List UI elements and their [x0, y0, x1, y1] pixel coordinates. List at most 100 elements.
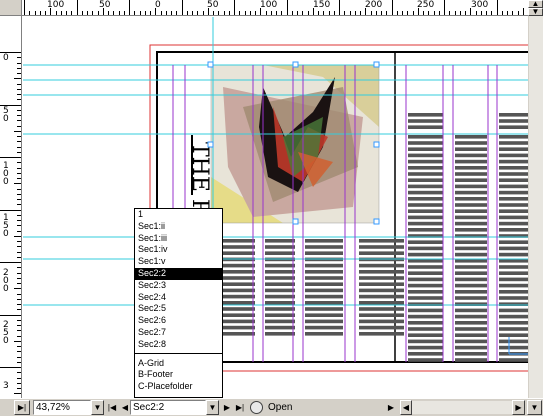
- page-list-item[interactable]: Sec2:7: [135, 327, 222, 339]
- page-list-item[interactable]: Sec2:8: [135, 339, 222, 351]
- text-line: [265, 263, 295, 268]
- vertical-ruler[interactable]: 0 5 0 1 0 0 1 5 0 2 0 0 2 5 0 3: [0, 16, 22, 398]
- vertical-scrollbar[interactable]: [528, 16, 543, 398]
- scroll-down-button[interactable]: ▼: [528, 8, 543, 16]
- text-line: [408, 345, 443, 350]
- ruler-tick: [87, 11, 88, 15]
- ruler-origin[interactable]: [0, 0, 22, 16]
- text-line: [455, 358, 487, 362]
- zoom-field[interactable]: 43,72%: [33, 400, 91, 415]
- page-list-item[interactable]: Sec2:6: [135, 315, 222, 327]
- master-page-item[interactable]: C-Placefolder: [135, 381, 222, 393]
- text-line: [499, 283, 528, 288]
- ruler-tick: [34, 11, 36, 15]
- page-list-item[interactable]: Sec1:iii: [135, 233, 222, 245]
- text-line: [499, 172, 528, 176]
- next-page-button[interactable]: ▶: [222, 400, 232, 415]
- document-canvas[interactable]: THE PAR: [23, 17, 528, 398]
- text-line: [499, 308, 528, 313]
- ruler-tick: [14, 288, 21, 290]
- ruler-tick: [17, 199, 21, 200]
- text-line: [408, 203, 443, 207]
- master-page-item[interactable]: B-Footer: [135, 369, 222, 381]
- text-line: [265, 239, 295, 243]
- status-bar: ▶| 43,72% ▼ |◀ ◀ Sec2:2 ▼ ▶ ▶| Open ▶ ◀ …: [0, 398, 543, 416]
- open-menu-button[interactable]: ▶: [386, 400, 396, 415]
- page-list-item[interactable]: Sec2:3: [135, 280, 222, 292]
- page-list-item[interactable]: Sec2:5: [135, 303, 222, 315]
- page-list-item[interactable]: Sec1:ii: [135, 221, 222, 233]
- page-number-field[interactable]: Sec2:2: [130, 400, 206, 415]
- text-line: [359, 288, 404, 293]
- text-line: [455, 321, 487, 325]
- ruler-tick: [129, 0, 130, 15]
- ruler-tick: [17, 225, 21, 227]
- ruler-tick: [17, 94, 21, 95]
- page-dropdown-button[interactable]: ▼: [206, 400, 219, 415]
- first-page-button[interactable]: |◀: [106, 400, 118, 415]
- text-line: [305, 319, 343, 324]
- ruler-tick: [307, 11, 309, 15]
- ruler-tick: [181, 0, 183, 15]
- text-line: [408, 277, 443, 282]
- horizontal-scrollbar[interactable]: [412, 401, 512, 414]
- ruler-tick: [165, 11, 167, 15]
- ruler-tick: [17, 204, 21, 206]
- ruler-tick: [150, 11, 151, 15]
- text-line: [265, 313, 295, 317]
- ruler-tick: [202, 11, 204, 15]
- open-status[interactable]: Open: [268, 401, 292, 414]
- ruler-tick: [17, 151, 21, 153]
- ruler-tick: [17, 351, 21, 353]
- text-line: [408, 119, 443, 123]
- ruler-tick: [0, 52, 21, 53]
- hscroll-left-button[interactable]: ◀: [400, 400, 412, 415]
- ruler-tick: [81, 11, 83, 15]
- text-line: [455, 141, 487, 145]
- last-page-button[interactable]: ▶|: [234, 400, 246, 415]
- ruler-tick: [17, 88, 21, 90]
- ruler-tick: [14, 183, 21, 185]
- text-line: [408, 172, 443, 176]
- ruler-tick: [17, 120, 21, 122]
- text-line: [499, 296, 528, 300]
- page-list-item[interactable]: Sec2:4: [135, 292, 222, 304]
- scroll-corner[interactable]: ▼: [527, 400, 542, 415]
- page-list-item[interactable]: 1: [135, 209, 222, 221]
- text-line: [455, 308, 487, 313]
- page-list-item[interactable]: Sec1:iv: [135, 244, 222, 256]
- master-page-item[interactable]: A-Grid: [135, 358, 222, 370]
- ruler-tick: [17, 136, 21, 137]
- text-line: [455, 252, 487, 257]
- text-line: [455, 197, 487, 201]
- text-line: [408, 159, 443, 164]
- hscroll-right-button[interactable]: ▶: [512, 400, 525, 415]
- text-line: [499, 166, 528, 170]
- text-line: [455, 215, 487, 220]
- ruler-label: 300: [471, 0, 489, 10]
- text-line: [305, 282, 343, 286]
- horizontal-ruler[interactable]: 100 50 0 50 100 150 200 250 300: [22, 0, 528, 16]
- ruler-label: 200: [365, 0, 383, 10]
- text-line: [455, 190, 487, 195]
- page-list-item[interactable]: Sec2:2: [135, 267, 222, 280]
- ruler-tick: [407, 11, 409, 15]
- prev-page-button[interactable]: ◀: [120, 400, 130, 415]
- ruler-tick: [428, 11, 430, 15]
- text-line: [408, 246, 443, 251]
- page-list-item[interactable]: Sec1:v: [135, 256, 222, 268]
- page-list-dropdown[interactable]: 1 Sec1:ii Sec1:iii Sec1:iv Sec1:v Sec2:2 Sec2:…: [134, 208, 223, 398]
- first-spread-button[interactable]: ▶|: [14, 400, 30, 415]
- last-page-icon: ▶|: [235, 403, 245, 412]
- text-line: [499, 345, 528, 350]
- ruler-tick: [234, 0, 235, 15]
- ruler-tick: [17, 57, 21, 59]
- ruler-label: 1 5 0: [3, 213, 9, 239]
- ruler-tick: [522, 8, 524, 15]
- text-line: [408, 147, 443, 151]
- ruler-tick: [312, 8, 314, 15]
- ruler-tick: [512, 11, 514, 15]
- text-line: [265, 332, 295, 336]
- zoom-dropdown-button[interactable]: ▼: [91, 400, 104, 415]
- ruler-tick: [207, 8, 209, 15]
